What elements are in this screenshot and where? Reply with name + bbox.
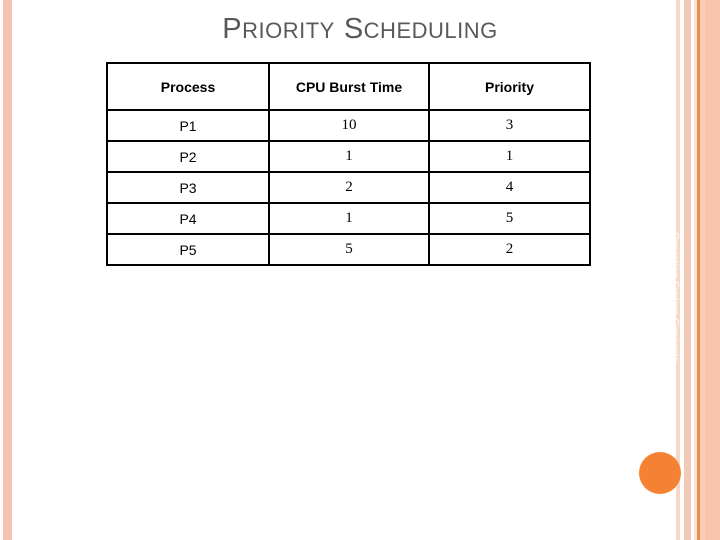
right-edge-stripe-2 xyxy=(684,0,691,540)
left-edge-stripe xyxy=(3,0,12,540)
cell-process: P1 xyxy=(106,109,270,142)
process-table: Process CPU Burst Time Priority P1 10 3 … xyxy=(106,62,591,266)
cell-process: P4 xyxy=(106,202,270,235)
cell-process: P5 xyxy=(106,233,270,266)
cell-priority: 3 xyxy=(428,109,591,142)
cell-burst: 10 xyxy=(268,109,430,142)
cell-process: P3 xyxy=(106,171,270,204)
table-row: P2 1 1 xyxy=(106,140,591,173)
cell-burst: 5 xyxy=(268,233,430,266)
title-part-2: S xyxy=(343,13,364,45)
page-title: PRIORITY SCHEDULING xyxy=(0,14,720,46)
cell-priority: 2 xyxy=(428,233,591,266)
cell-burst: 1 xyxy=(268,202,430,235)
cell-priority: 5 xyxy=(428,202,591,235)
table-row: P4 1 5 xyxy=(106,202,591,235)
slide-canvas: Operating System Concepts PRIORITY SCHEDU… xyxy=(0,0,720,540)
cell-priority: 1 xyxy=(428,140,591,173)
column-header-priority: Priority xyxy=(428,62,591,111)
vertical-footer-text: Operating System Concepts xyxy=(669,232,680,363)
table-row: P1 10 3 xyxy=(106,109,591,142)
cell-priority: 4 xyxy=(428,171,591,204)
title-part-3: CHEDULING xyxy=(363,18,498,43)
cell-burst: 2 xyxy=(268,171,430,204)
table-row: P3 2 4 xyxy=(106,171,591,204)
right-edge-stripe-6 xyxy=(705,0,720,540)
title-part-1: RIORITY xyxy=(242,18,335,43)
orange-accent-circle xyxy=(639,452,681,494)
cell-burst: 1 xyxy=(268,140,430,173)
column-header-process: Process xyxy=(106,62,270,111)
table-header-row: Process CPU Burst Time Priority xyxy=(106,62,591,111)
column-header-burst: CPU Burst Time xyxy=(268,62,430,111)
cell-process: P2 xyxy=(106,140,270,173)
table-row: P5 5 2 xyxy=(106,233,591,266)
title-part-0: P xyxy=(222,13,243,45)
